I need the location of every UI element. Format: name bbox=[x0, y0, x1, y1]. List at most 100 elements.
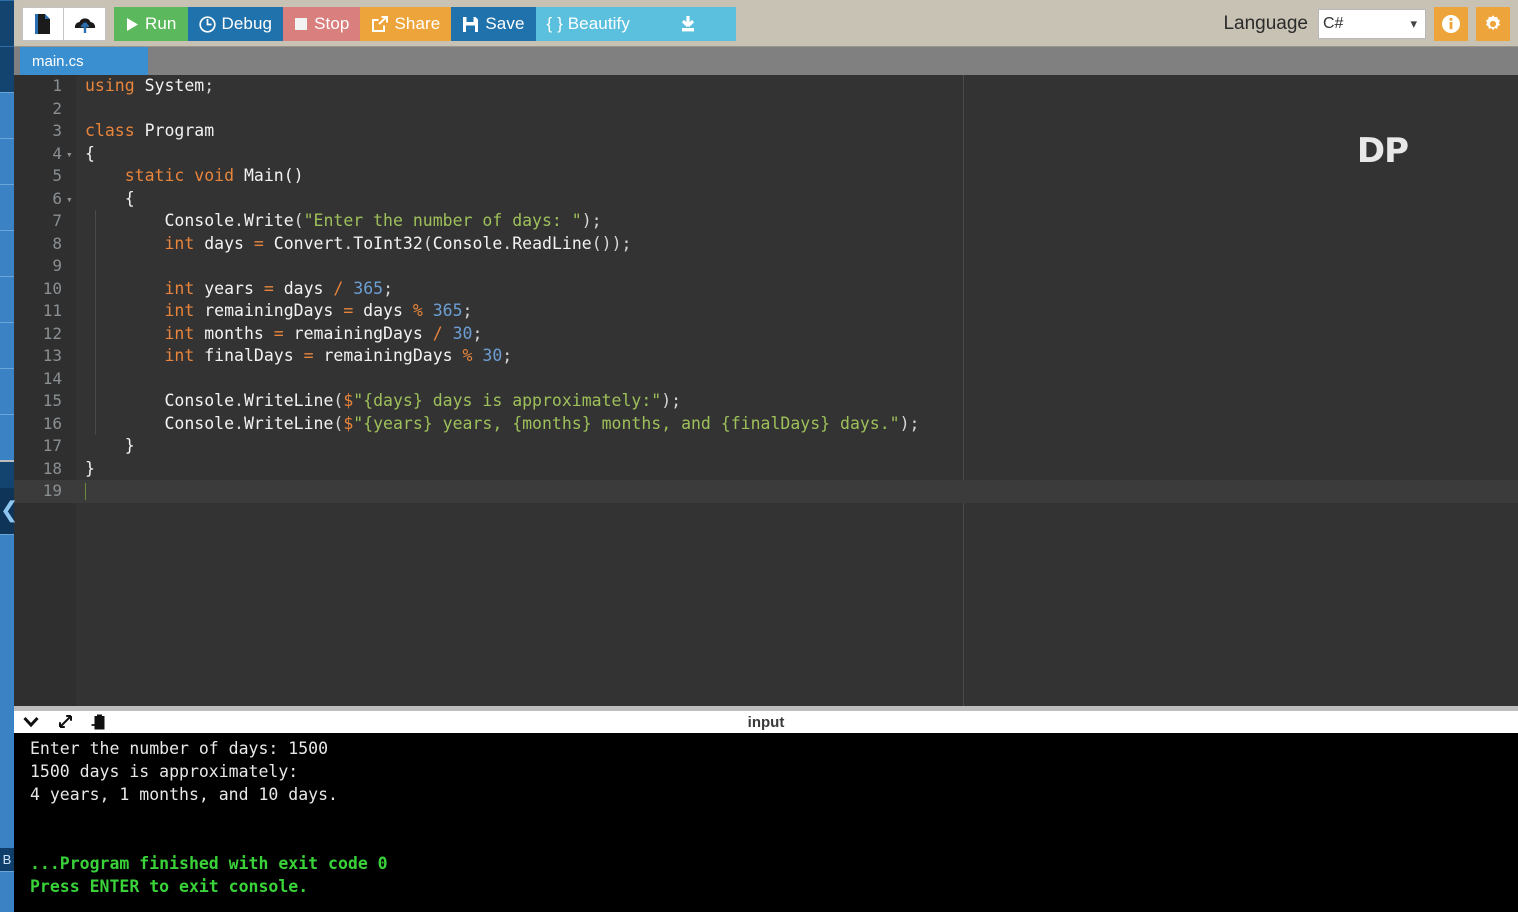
strip-segment[interactable] bbox=[0, 368, 14, 414]
code-fold-toggle-icon[interactable]: ▾ bbox=[66, 189, 73, 212]
upload-file-button[interactable] bbox=[64, 7, 106, 41]
main-toolbar: Run Debug Stop Share Save {} Beautify L… bbox=[14, 0, 1518, 47]
beautify-button[interactable]: { } Beautify bbox=[535, 7, 641, 41]
strip-segment[interactable] bbox=[0, 322, 14, 368]
code-text: int remainingDays = days % 365; bbox=[164, 301, 473, 320]
chevron-down-icon bbox=[23, 716, 39, 728]
code-text: static void Main() bbox=[124, 166, 304, 185]
strip-segment[interactable] bbox=[0, 92, 14, 138]
code-text: using System; bbox=[85, 76, 215, 95]
line-number: 9 bbox=[52, 256, 62, 275]
run-button[interactable]: Run bbox=[114, 7, 188, 41]
save-button[interactable]: Save bbox=[451, 7, 536, 41]
info-icon bbox=[1442, 15, 1460, 33]
console-line: 1500 days is approximately: bbox=[30, 762, 299, 781]
share-button[interactable]: Share bbox=[360, 7, 452, 41]
code-text: Console.WriteLine($"{years} years, {mont… bbox=[164, 413, 920, 433]
code-line: 3 class Program bbox=[14, 120, 1518, 143]
strip-segment[interactable] bbox=[0, 230, 14, 276]
left-sidebar-strip[interactable]: ❮ B bbox=[0, 0, 18, 912]
strip-segment[interactable] bbox=[0, 184, 14, 230]
strip-segment[interactable] bbox=[0, 46, 14, 92]
share-button-label: Share bbox=[394, 14, 441, 33]
debug-button[interactable]: Debug bbox=[187, 7, 284, 41]
line-number: 14 bbox=[42, 368, 62, 388]
beautify-button-label: { } Beautify bbox=[546, 14, 630, 33]
language-select[interactable]: C# ▾ bbox=[1318, 9, 1426, 39]
settings-button[interactable] bbox=[1476, 7, 1510, 41]
code-text: Console.WriteLine($"{days} days is appro… bbox=[164, 391, 682, 410]
code-line: 17 } bbox=[14, 435, 1518, 458]
expand-arrows-icon bbox=[59, 715, 72, 728]
code-text: int months = remainingDays / 30; bbox=[164, 323, 483, 343]
code-text: int finalDays = remainingDays % 30; bbox=[164, 346, 513, 365]
console-output[interactable]: Enter the number of days: 1500 1500 days … bbox=[14, 733, 1518, 912]
save-button-label: Save bbox=[485, 14, 525, 33]
console-line: ...Program finished with exit code 0 bbox=[30, 854, 388, 873]
line-number: 16 bbox=[42, 413, 62, 433]
code-line: 14 bbox=[14, 367, 1518, 390]
new-file-button[interactable] bbox=[22, 7, 64, 41]
line-number: 10 bbox=[42, 278, 62, 298]
line-number: 17 bbox=[42, 436, 62, 455]
code-line: 13 int finalDays = remainingDays % 30; bbox=[14, 345, 1518, 368]
editor-tab-bar: main.cs bbox=[14, 47, 1518, 75]
code-line: 15 Console.WriteLine($"{days} days is ap… bbox=[14, 390, 1518, 413]
code-line: 12 int months = remainingDays / 30; bbox=[14, 322, 1518, 345]
download-icon bbox=[682, 15, 695, 31]
console-expand-button[interactable] bbox=[48, 711, 82, 733]
strip-segment[interactable] bbox=[0, 138, 14, 184]
strip-segment[interactable] bbox=[0, 0, 14, 46]
strip-segment[interactable] bbox=[0, 276, 14, 322]
toolbar-button-group: Run Debug Stop Share Save {} Beautify bbox=[14, 7, 736, 41]
code-text: int days = Convert.ToInt32(Console.ReadL… bbox=[164, 233, 632, 253]
code-line: 2 bbox=[14, 98, 1518, 121]
line-number: 1 bbox=[52, 76, 62, 95]
code-line: 9 bbox=[14, 255, 1518, 278]
code-line: 10 int years = days / 365; bbox=[14, 277, 1518, 300]
strip-segment[interactable] bbox=[0, 414, 14, 460]
code-text: int years = days / 365; bbox=[164, 278, 394, 298]
code-line: 5 static void Main() bbox=[14, 165, 1518, 188]
code-fold-toggle-icon[interactable]: ▾ bbox=[66, 144, 73, 167]
floppy-disk-icon bbox=[463, 16, 479, 32]
indent-guide bbox=[94, 255, 96, 278]
debug-button-label: Debug bbox=[221, 14, 273, 33]
console-collapse-button[interactable] bbox=[14, 711, 48, 733]
line-number: 19 bbox=[42, 481, 62, 500]
line-number: 7 bbox=[52, 211, 62, 230]
line-number: 6 bbox=[52, 188, 62, 208]
strip-segment[interactable] bbox=[0, 460, 14, 488]
code-line: 1 using System; bbox=[14, 75, 1518, 98]
line-number: 12 bbox=[42, 323, 62, 343]
line-number: 3 bbox=[52, 121, 62, 140]
share-icon bbox=[372, 15, 389, 32]
clipboard-paste-icon bbox=[91, 714, 104, 729]
download-button[interactable] bbox=[640, 7, 736, 41]
file-icon bbox=[35, 14, 50, 34]
console-paste-button[interactable] bbox=[82, 711, 116, 733]
stop-button[interactable]: Stop bbox=[283, 7, 361, 41]
code-line: 6 ▾ { bbox=[14, 188, 1518, 211]
code-editor[interactable]: DP 1 using System; 2 3 class Program 4 ▾{5 sta… bbox=[14, 75, 1518, 706]
line-number: 4 bbox=[52, 143, 62, 163]
language-label: Language bbox=[1223, 13, 1308, 34]
line-number: 15 bbox=[42, 391, 62, 410]
line-number: 13 bbox=[42, 346, 62, 365]
tab-main-cs[interactable]: main.cs bbox=[20, 47, 148, 75]
stop-button-label: Stop bbox=[314, 14, 350, 33]
strip-segment[interactable] bbox=[0, 534, 14, 848]
language-select-value: C# bbox=[1323, 15, 1344, 32]
tab-label: main.cs bbox=[32, 52, 84, 70]
language-selector-group: Language C# ▾ bbox=[1223, 7, 1510, 41]
console-line: Press ENTER to exit console. bbox=[30, 877, 309, 896]
strip-segment[interactable] bbox=[0, 872, 14, 912]
info-button[interactable] bbox=[1434, 7, 1468, 41]
console-toolbar: input bbox=[14, 711, 1518, 733]
code-line: 19 bbox=[14, 480, 1518, 503]
chevron-left-icon[interactable]: ❮ bbox=[0, 488, 18, 534]
line-number: 18 bbox=[42, 458, 62, 478]
code-line: 4 ▾ { bbox=[14, 143, 1518, 166]
stop-icon bbox=[295, 18, 308, 30]
